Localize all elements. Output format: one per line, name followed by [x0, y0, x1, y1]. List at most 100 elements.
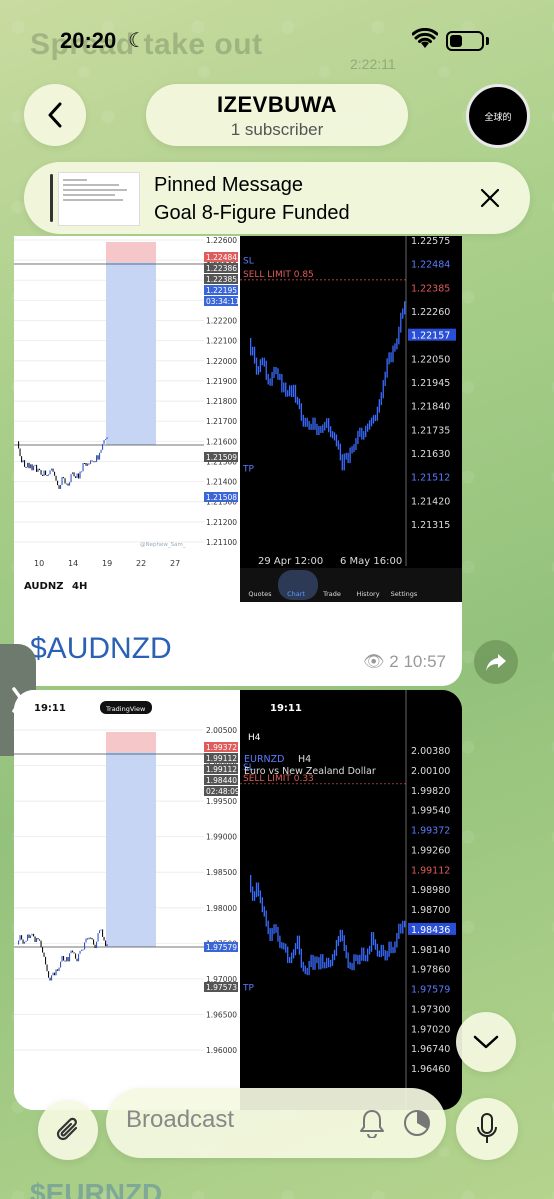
candle	[267, 920, 269, 935]
price-tick: 1.97579	[411, 985, 450, 996]
price-tick: 1.99000	[206, 833, 237, 842]
x-tick: 19	[102, 559, 112, 568]
watermark: @Nephew_Sam_	[140, 542, 186, 548]
candle	[273, 924, 275, 934]
candle	[21, 935, 23, 940]
candle	[388, 941, 390, 957]
message-bubble[interactable]: 1.226001.225001.224001.223001.222001.221…	[14, 236, 462, 686]
candle	[339, 443, 341, 461]
sell-limit-label: SELL LIMIT 0.85	[243, 270, 314, 280]
channel-avatar[interactable]: 全球的	[466, 84, 530, 148]
candle	[88, 937, 90, 940]
candle	[60, 484, 62, 489]
chart-image-light[interactable]: 1.226001.225001.224001.223001.222001.221…	[14, 236, 240, 602]
background-caption: $EURNZD	[30, 1178, 163, 1199]
candle	[302, 961, 304, 972]
back-button[interactable]	[24, 84, 86, 146]
share-arrow-icon	[486, 654, 506, 671]
candle	[52, 468, 54, 472]
price-tick: 1.21315	[411, 520, 450, 531]
price-tag: 1.99112	[206, 765, 237, 774]
candle	[31, 464, 33, 471]
tp-label: TP	[242, 465, 254, 475]
candle	[40, 940, 42, 948]
pinned-accent-line	[50, 174, 53, 222]
price-tag: 1.98440	[206, 776, 237, 785]
candle	[339, 929, 341, 942]
price-tick: 1.22200	[206, 317, 237, 326]
message-bubble[interactable]: 19:11TradingViewEuro / New Zealand Dolla…	[14, 690, 462, 1110]
close-icon[interactable]	[478, 186, 502, 210]
price-tag: 03:34:11	[206, 297, 240, 306]
candlestick-chart: 19:11TradingViewEuro / New Zealand Dolla…	[14, 690, 240, 1110]
candle	[40, 470, 42, 475]
candle	[37, 938, 39, 940]
candle	[277, 368, 279, 380]
battery-icon	[446, 31, 484, 51]
price-tick: 2.00100	[411, 766, 450, 777]
chart-image-dark[interactable]: 1.22575 1.22484 1.22385 1.22260 1.22157 1.220…	[240, 236, 462, 602]
candle	[300, 403, 302, 421]
candle	[324, 962, 326, 969]
candle	[21, 456, 23, 463]
candle	[91, 937, 93, 940]
candle	[349, 962, 351, 970]
scroll-down-button[interactable]	[456, 1012, 516, 1072]
chart-image-light[interactable]: 19:11TradingViewEuro / New Zealand Dolla…	[14, 690, 240, 1110]
candle	[39, 468, 41, 471]
bell-icon[interactable]	[358, 1108, 386, 1138]
candle	[402, 308, 404, 319]
chart-image-dark[interactable]: 2.00380 2.00100 1.99820 1.99540 1.99372 1.992…	[240, 690, 462, 1110]
candle	[257, 366, 260, 375]
candle	[106, 437, 108, 440]
price-tick: 1.99260	[411, 845, 450, 856]
candle	[392, 345, 394, 363]
candle	[361, 427, 363, 440]
pinned-thumbnail	[58, 172, 140, 226]
candle	[78, 473, 80, 479]
candle	[57, 480, 59, 486]
candle	[24, 941, 26, 944]
mt-chart: 2.00380 2.00100 1.99820 1.99540 1.99372 1.992…	[240, 690, 462, 1110]
candle	[105, 940, 107, 947]
sl-label: SL	[243, 256, 254, 266]
candle	[290, 385, 293, 398]
candle	[265, 360, 267, 380]
candle	[281, 374, 283, 393]
candle	[31, 933, 33, 936]
candle	[308, 961, 310, 976]
tp-label: TP	[242, 984, 254, 994]
candle	[402, 920, 404, 934]
candle	[28, 462, 30, 469]
candle	[359, 954, 361, 965]
candle	[289, 957, 291, 964]
channel-title-pill[interactable]: IZEVBUWA 1 subscriber	[146, 84, 408, 146]
message-meta: 👁 2 10:57	[363, 652, 446, 672]
moon-icon: ☾	[128, 30, 146, 52]
candle	[91, 460, 93, 462]
symbol-timeframe: H4	[298, 754, 311, 765]
candle	[58, 485, 60, 489]
share-button[interactable]	[474, 640, 518, 684]
candle	[259, 359, 262, 373]
candle	[34, 936, 36, 943]
candle	[30, 935, 32, 939]
attach-button[interactable]	[38, 1100, 98, 1160]
timer-icon[interactable]	[402, 1108, 432, 1138]
candle	[390, 941, 392, 954]
candle	[329, 959, 332, 968]
price-tick: 1.21840	[411, 402, 450, 413]
candle	[388, 352, 390, 365]
price-tick: 1.21735	[411, 425, 450, 436]
candle	[394, 343, 396, 352]
microphone-button[interactable]	[456, 1098, 518, 1160]
candle	[46, 475, 48, 477]
candle	[81, 471, 83, 473]
eye-icon: 👁	[362, 652, 385, 671]
candle	[396, 338, 398, 350]
broadcast-input[interactable]: Broadcast	[106, 1088, 446, 1158]
pinned-message-bar[interactable]: Pinned Message Goal 8-Figure Funded	[24, 162, 530, 234]
stop-loss-zone	[106, 732, 156, 752]
candle	[355, 954, 357, 962]
candle	[277, 926, 279, 942]
